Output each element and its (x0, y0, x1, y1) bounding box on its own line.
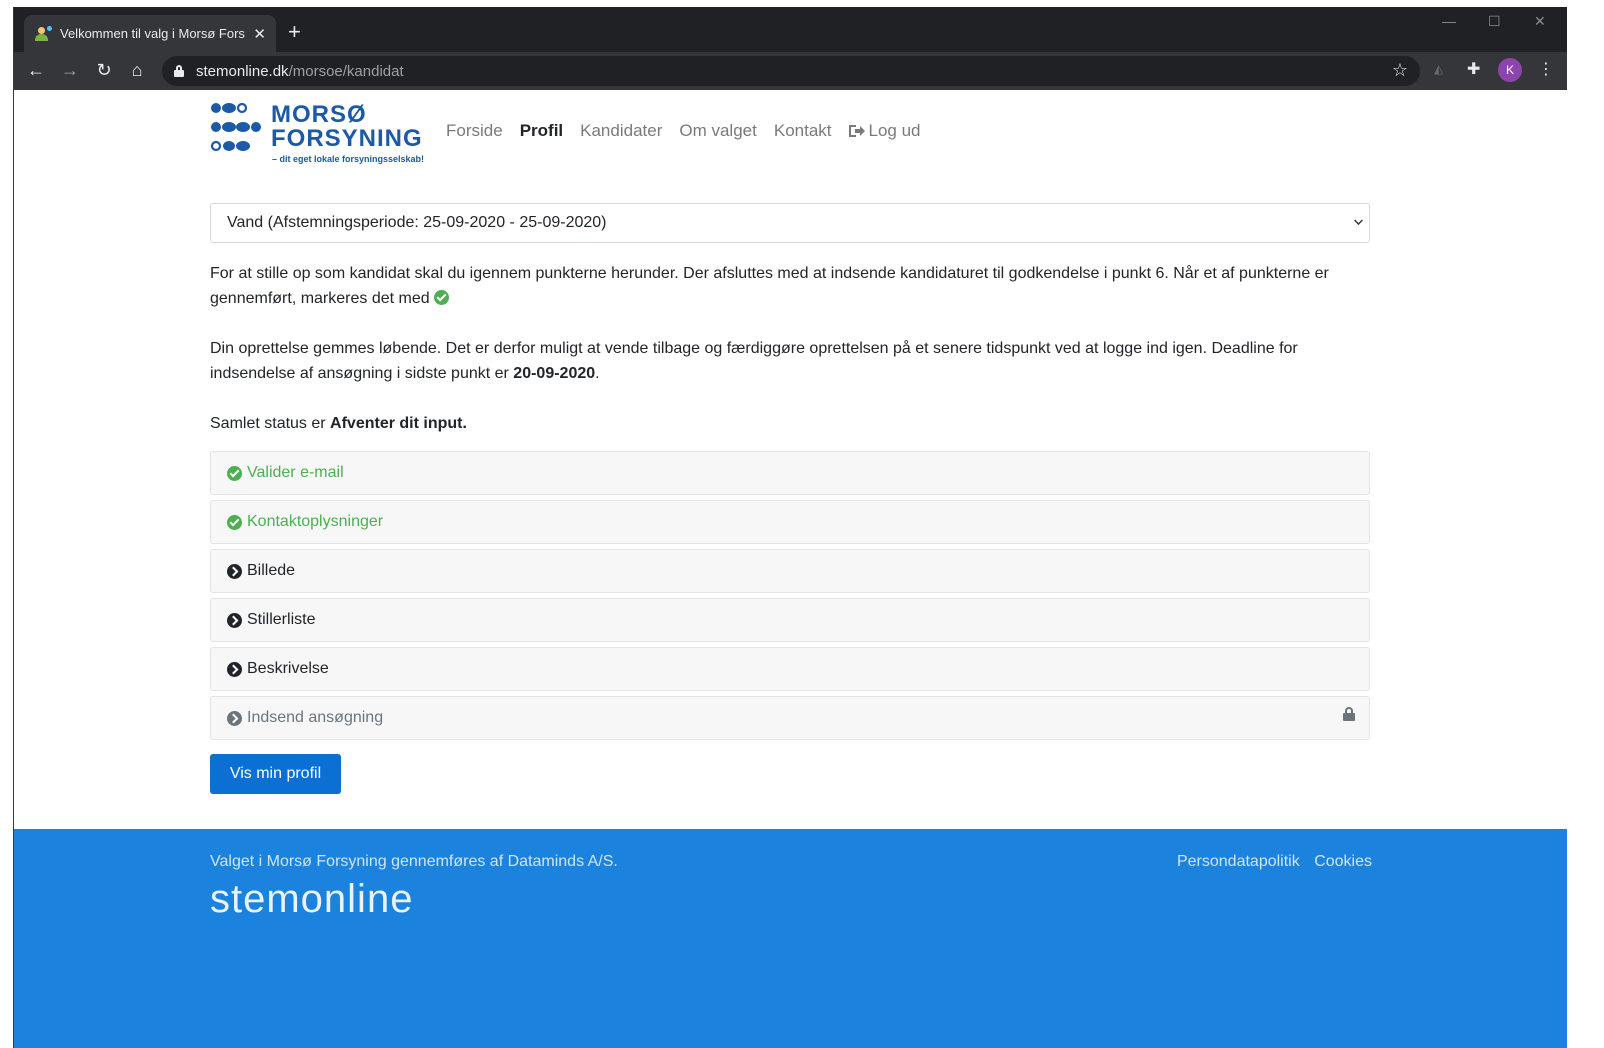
url-path: /morsoe/kandidat (288, 62, 404, 80)
step-kontaktoplysninger[interactable]: Kontaktoplysninger (210, 500, 1370, 544)
deadline-text: Din oprettelse gemmes løbende. Det er de… (210, 340, 1298, 382)
step-billede[interactable]: Billede (210, 549, 1370, 593)
main-nav: Forside Profil Kandidater Om valget Kont… (446, 121, 938, 141)
footer-link-persondatapolitik[interactable]: Persondatapolitik (1177, 853, 1300, 870)
morso-forsyning-logo[interactable]: MORSØ FORSYNING – dit eget lokale forsyn… (210, 99, 425, 165)
check-circle-icon (227, 514, 242, 530)
browser-titlebar: Velkommen til valg i Morsø Forsy ✕ + — ☐… (14, 7, 1567, 52)
step-beskrivelse[interactable]: Beskrivelse (210, 647, 1370, 691)
bookmark-star-icon[interactable]: ☆ (1392, 60, 1408, 81)
chevron-circle-right-icon (227, 612, 242, 628)
step-stillerliste[interactable]: Stillerliste (210, 598, 1370, 642)
status-label: Samlet status er (210, 415, 331, 432)
step-valider-email[interactable]: Valider e-mail (210, 451, 1370, 495)
browser-window: Velkommen til valg i Morsø Forsy ✕ + — ☐… (13, 7, 1567, 1048)
profile-avatar[interactable]: K (1498, 58, 1522, 82)
nav-profil[interactable]: Profil (520, 121, 563, 141)
status-value: Afventer dit input. (330, 415, 467, 432)
period-select-value: Vand (Afstemningsperiode: 25-09-2020 - 2… (227, 214, 607, 231)
person-favicon-icon (34, 25, 52, 42)
logo-word-morso: MORSØ (271, 101, 367, 128)
lock-icon (174, 65, 184, 77)
minimize-icon[interactable]: — (1442, 13, 1456, 29)
deadline-text-end: . (595, 365, 600, 382)
lock-icon (1343, 707, 1355, 721)
extension-icon[interactable]: ◭ (1434, 62, 1443, 76)
candidate-steps: Valider e-mail Kontaktoplysninger Billed… (210, 451, 1370, 745)
menu-kebab-icon[interactable]: ⋮ (1538, 59, 1554, 79)
url-host: stemonline.dk (196, 62, 289, 80)
intro-text: For at stille op som kandidat skal du ig… (210, 265, 1329, 307)
intro-paragraph: For at stille op som kandidat skal du ig… (210, 261, 1370, 311)
address-bar[interactable]: stemonline.dk/morsoe/kandidat ☆ (162, 56, 1420, 86)
status-paragraph: Samlet status er Afventer dit input. (210, 411, 1370, 436)
chevron-circle-right-icon (227, 563, 242, 579)
nav-log-ud[interactable]: Log ud (848, 121, 921, 141)
page-content: MORSØ FORSYNING – dit eget lokale forsyn… (14, 90, 1567, 1048)
deadline-paragraph: Din oprettelse gemmes løbende. Det er de… (210, 336, 1370, 386)
step-label: Beskrivelse (247, 660, 329, 677)
nav-forside[interactable]: Forside (446, 121, 503, 141)
sign-out-icon (848, 125, 865, 137)
browser-toolbar: ← → ↻ ⌂ stemonline.dk/morsoe/kandidat ☆ … (14, 52, 1567, 90)
footer-link-cookies[interactable]: Cookies (1314, 853, 1372, 870)
nav-kontakt[interactable]: Kontakt (774, 121, 832, 141)
browser-tab[interactable]: Velkommen til valg i Morsø Forsy ✕ (24, 15, 276, 52)
step-label: Valider e-mail (247, 464, 344, 481)
reload-icon[interactable]: ↻ (92, 60, 116, 80)
extensions-puzzle-icon[interactable]: ✚ (1467, 59, 1480, 79)
home-icon[interactable]: ⌂ (125, 60, 149, 80)
logo-word-forsyning: FORSYNING (271, 125, 423, 152)
nav-log-ud-label: Log ud (868, 121, 921, 140)
tab-close-icon[interactable]: ✕ (253, 25, 266, 43)
step-indsend-ansogning[interactable]: Indsend ansøgning (210, 696, 1370, 740)
step-label: Stillerliste (247, 611, 316, 628)
site-footer: Valget i Morsø Forsyning gennemføres af … (14, 829, 1567, 1048)
chevron-down-icon (1354, 216, 1363, 225)
maximize-icon[interactable]: ☐ (1488, 13, 1501, 30)
footer-text: Valget i Morsø Forsyning gennemføres af … (210, 853, 618, 870)
logo-tagline: – dit eget lokale forsyningsselskab! (272, 154, 425, 164)
tab-title: Velkommen til valg i Morsø Forsy (60, 26, 246, 41)
footer-links: Persondatapolitik Cookies (1167, 853, 1372, 871)
period-select[interactable]: Vand (Afstemningsperiode: 25-09-2020 - 2… (210, 203, 1370, 243)
chevron-circle-right-icon (227, 661, 242, 677)
step-label: Indsend ansøgning (247, 709, 384, 726)
new-tab-icon[interactable]: + (288, 21, 301, 43)
window-close-icon[interactable]: ✕ (1534, 13, 1546, 30)
nav-kandidater[interactable]: Kandidater (580, 121, 662, 141)
back-icon[interactable]: ← (24, 60, 48, 80)
deadline-date: 20-09-2020 (513, 365, 596, 382)
step-label: Kontaktoplysninger (247, 513, 384, 530)
nav-om-valget[interactable]: Om valget (679, 121, 756, 141)
chevron-circle-right-icon (227, 710, 242, 726)
vis-min-profil-button[interactable]: Vis min profil (210, 754, 341, 794)
step-label: Billede (247, 562, 296, 579)
logo-dots-icon (210, 102, 261, 152)
check-circle-icon (434, 290, 450, 305)
check-circle-icon (227, 465, 242, 481)
forward-icon[interactable]: → (58, 60, 82, 80)
stemonline-logo[interactable]: stemonline (210, 877, 413, 922)
site-header: MORSØ FORSYNING – dit eget lokale forsyn… (210, 98, 1370, 166)
